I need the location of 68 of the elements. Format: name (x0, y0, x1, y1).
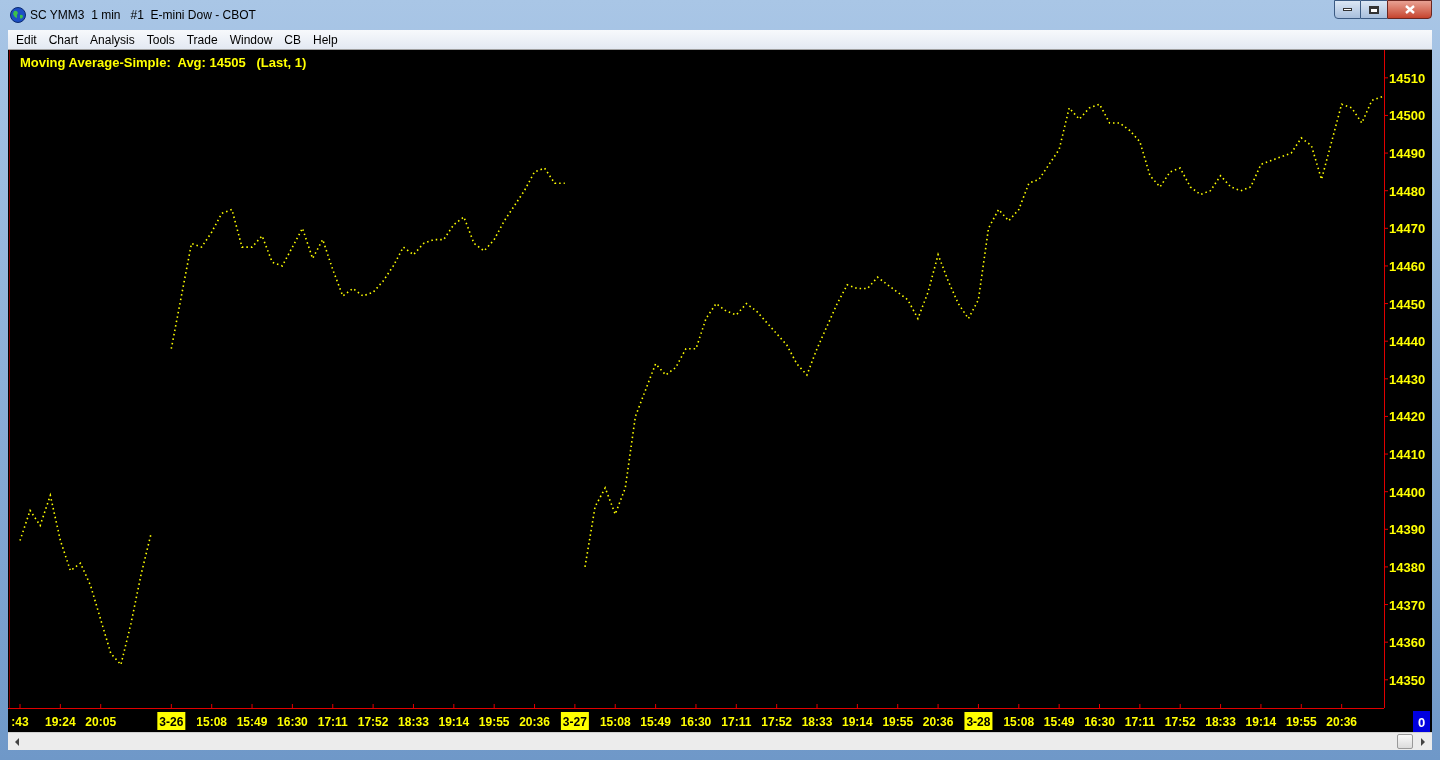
price-label: 14350 (1389, 672, 1426, 688)
time-label: 18:33 (801, 715, 833, 729)
price-label: 14400 (1389, 484, 1426, 500)
price-label: 14450 (1389, 296, 1426, 312)
price-label: 14480 (1389, 183, 1426, 199)
close-button[interactable] (1387, 0, 1432, 19)
menu-item[interactable]: Tools (140, 30, 181, 49)
menu-item[interactable]: Edit (10, 30, 43, 49)
price-label: 14380 (1389, 559, 1426, 575)
window-title: SC YMM3 1 min #1 E-mini Dow - CBOT (30, 7, 256, 24)
bar-counter: 0 (1413, 711, 1430, 732)
time-label: 17:52 (357, 715, 389, 729)
price-label: 14430 (1389, 371, 1426, 387)
time-label: 17:11 (721, 715, 752, 729)
time-label: 18:33 (398, 715, 429, 729)
maximize-button[interactable] (1361, 0, 1387, 19)
date-label: 3-27 (560, 712, 589, 730)
time-label: 15:49 (640, 715, 671, 729)
study-label: Moving Average-Simple: Avg: 14505 (Last, 1) (20, 55, 307, 70)
time-label: 20:36 (922, 715, 954, 729)
time-label: 19:55 (882, 715, 914, 729)
price-label: 14360 (1389, 635, 1426, 651)
time-label: 19:14 (842, 715, 873, 729)
time-label: 20:36 (519, 715, 550, 729)
time-label: 18:33 (1205, 715, 1236, 729)
menu-item[interactable]: Trade (180, 30, 224, 49)
menu-item[interactable]: Chart (42, 30, 85, 49)
horizontal-scrollbar[interactable] (8, 732, 1432, 750)
time-label: 17:52 (1164, 715, 1196, 729)
date-label: 3-26 (157, 712, 186, 730)
scroll-thumb[interactable] (1397, 734, 1413, 749)
menu-item[interactable]: Analysis (84, 30, 141, 49)
time-label: 15:08 (196, 715, 228, 729)
price-label: 14410 (1389, 447, 1426, 463)
menu-item[interactable]: Window (223, 30, 279, 49)
time-label: 20:05 (85, 715, 117, 729)
close-icon (1404, 5, 1415, 14)
time-label: 17:52 (761, 715, 792, 729)
time-label: 15:49 (1043, 715, 1075, 729)
time-label: :43 (11, 715, 29, 729)
price-label: 14390 (1389, 522, 1426, 538)
price-label: 14370 (1389, 597, 1426, 613)
price-label: 14510 (1389, 70, 1426, 86)
time-label: 16:30 (1084, 715, 1115, 729)
time-label: 19:14 (438, 715, 470, 729)
globe-icon (10, 7, 26, 23)
price-label: 14470 (1389, 221, 1426, 237)
menu-item[interactable]: Help (307, 30, 344, 49)
time-label: 15:08 (599, 715, 631, 729)
price-label: 14440 (1389, 334, 1426, 350)
time-label: 17:11 (1124, 715, 1155, 729)
price-label: 14460 (1389, 258, 1426, 274)
minimize-button[interactable] (1334, 0, 1361, 19)
time-label: 20:36 (1326, 715, 1357, 729)
time-label: 16:30 (680, 715, 712, 729)
price-label: 14490 (1389, 146, 1426, 162)
time-label: 17:11 (317, 715, 348, 729)
date-label: 3-28 (964, 712, 993, 730)
time-label: 16:30 (277, 715, 308, 729)
price-label: 14500 (1389, 108, 1426, 124)
time-label: 15:49 (236, 715, 268, 729)
time-label: 15:08 (1003, 715, 1035, 729)
time-label: 19:55 (478, 715, 510, 729)
time-label: 19:55 (1285, 715, 1317, 729)
price-label: 14420 (1389, 409, 1426, 425)
time-label: 19:14 (1245, 715, 1277, 729)
menu-item[interactable]: CB (278, 30, 307, 49)
time-label: 19:24 (45, 715, 76, 729)
